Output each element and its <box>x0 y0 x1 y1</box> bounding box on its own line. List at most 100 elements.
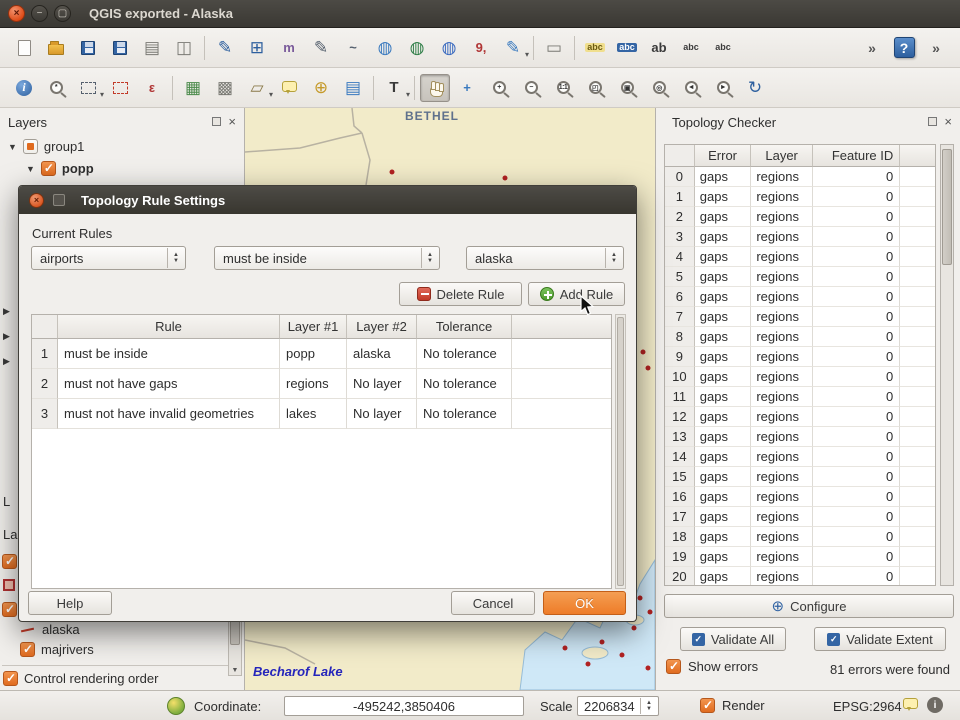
error-table-row[interactable]: 5gapsregions0 <box>665 267 935 287</box>
composer-manager-button[interactable]: ◫ <box>169 34 199 62</box>
rule-table-row[interactable]: 1must be insidepoppalaskaNo tolerance <box>32 339 611 369</box>
error-table-row[interactable]: 4gapsregions0 <box>665 247 935 267</box>
raster-calculator-button[interactable]: ▩ <box>210 74 240 102</box>
layer-item-popp[interactable]: ▼ popp <box>26 161 94 176</box>
error-table-scrollbar-thumb[interactable] <box>942 149 952 265</box>
refresh-button[interactable]: ↻ <box>740 74 770 102</box>
rules-table-scrollbar-thumb[interactable] <box>617 317 624 586</box>
render-checkbox[interactable] <box>700 698 715 713</box>
topology-panel-float-icon[interactable] <box>928 117 937 126</box>
zoom-layer-button[interactable]: ◎ <box>644 74 674 102</box>
error-table-row[interactable]: 11gapsregions0 <box>665 387 935 407</box>
map-tips-button[interactable] <box>274 74 304 102</box>
error-table-row[interactable]: 8gapsregions0 <box>665 327 935 347</box>
scroll-down-icon[interactable]: ▼ <box>229 667 241 674</box>
rules-table-col-layer2[interactable]: Layer #2 <box>347 315 417 339</box>
zoom-last-button[interactable]: ◄ <box>676 74 706 102</box>
render-toggle-row[interactable]: Render <box>700 698 765 713</box>
crs-status-text[interactable]: EPSG:2964 <box>833 699 902 714</box>
window-close-icon[interactable]: × <box>8 5 25 22</box>
vector-pen-button[interactable]: ✎ <box>306 34 336 62</box>
zoom-out-button[interactable]: − <box>516 74 546 102</box>
web-globe-button[interactable]: ◍ <box>402 34 432 62</box>
advanced-digitize-button[interactable]: m <box>274 34 304 62</box>
error-table-row[interactable]: 1gapsregions0 <box>665 187 935 207</box>
error-table-col-layer[interactable]: Layer <box>751 145 813 167</box>
rules-table-col-tolerance[interactable]: Tolerance <box>417 315 512 339</box>
show-errors-checkbox[interactable] <box>666 659 681 674</box>
error-table-row[interactable]: 2gapsregions0 <box>665 207 935 227</box>
move-feature-button[interactable]: ⊞ <box>242 34 272 62</box>
rule-table-row[interactable]: 3must not have invalid geometrieslakesNo… <box>32 399 611 429</box>
error-table-row[interactable]: 0gapsregions0 <box>665 167 935 187</box>
pan-map-button[interactable] <box>420 74 450 102</box>
error-table-row[interactable]: 15gapsregions0 <box>665 467 935 487</box>
deselect-button[interactable] <box>105 74 135 102</box>
info-icon[interactable]: i <box>927 697 943 713</box>
error-table-row[interactable]: 13gapsregions0 <box>665 427 935 447</box>
window-minimize-icon[interactable]: − <box>31 5 48 22</box>
label-pin-button[interactable]: ab <box>644 34 674 62</box>
error-table-col-featureid[interactable]: Feature ID <box>813 145 900 167</box>
label-move-button[interactable]: abc <box>676 34 706 62</box>
error-table-row[interactable]: 16gapsregions0 <box>665 487 935 507</box>
select-by-expression-button[interactable]: * <box>41 74 71 102</box>
error-table-row[interactable]: 10gapsregions0 <box>665 367 935 387</box>
zoom-next-button[interactable]: ► <box>708 74 738 102</box>
rule-combo[interactable]: must be inside ▲▼ <box>214 246 440 270</box>
error-table-row[interactable]: 12gapsregions0 <box>665 407 935 427</box>
layers-scrollbar[interactable]: ▼ <box>228 614 242 676</box>
field-calculator-button[interactable]: ε <box>137 74 167 102</box>
error-table-row[interactable]: 20gapsregions0 <box>665 567 935 586</box>
validate-extent-button[interactable]: Validate Extent <box>814 627 946 651</box>
error-table-row[interactable]: 9gapsregions0 <box>665 347 935 367</box>
error-table-row[interactable]: 17gapsregions0 <box>665 507 935 527</box>
control-rendering-checkbox[interactable] <box>3 671 18 686</box>
measure-button[interactable]: ▱▾ <box>242 74 272 102</box>
window-maximize-icon[interactable]: ▢ <box>54 5 71 22</box>
control-rendering-order-row[interactable]: Control rendering order <box>3 671 158 686</box>
error-table-row[interactable]: 18gapsregions0 <box>665 527 935 547</box>
show-bookmarks-button[interactable]: ▤ <box>338 74 368 102</box>
layer1-combo[interactable]: airports ▲▼ <box>31 246 186 270</box>
hidden-layer-checkbox[interactable] <box>2 602 17 617</box>
expander-collapsed-icon[interactable]: ▶ <box>3 356 10 367</box>
show-errors-row[interactable]: Show errors <box>666 659 758 674</box>
label-rotate-button[interactable]: abc <box>708 34 738 62</box>
annotation-pen-button[interactable]: ✎▾ <box>498 34 528 62</box>
digitize-pen-button[interactable]: ✎ <box>210 34 240 62</box>
expander-icon[interactable]: ▼ <box>8 142 17 152</box>
dialog-restore-icon[interactable] <box>53 194 65 206</box>
pan-to-selection-button[interactable]: + <box>452 74 482 102</box>
scale-combo[interactable]: 2206834 ▲▼ <box>577 696 659 716</box>
attribute-table-button[interactable]: ▦ <box>178 74 208 102</box>
ok-button[interactable]: OK <box>543 591 626 615</box>
save-project-button[interactable] <box>73 34 103 62</box>
majrivers-checkbox[interactable] <box>20 642 35 657</box>
expander-collapsed-icon[interactable]: ▶ <box>3 331 10 342</box>
labeling-button[interactable]: T▾ <box>379 74 409 102</box>
globe-plugin-button[interactable]: ◍ <box>434 34 464 62</box>
new-bookmark-button[interactable]: ⊕ <box>306 74 336 102</box>
label-selected-button[interactable]: abc <box>612 34 642 62</box>
group1-checkbox[interactable] <box>23 139 38 154</box>
select-features-button[interactable]: ▾ <box>73 74 103 102</box>
error-table-row[interactable]: 3gapsregions0 <box>665 227 935 247</box>
configure-button[interactable]: ⊕ Configure <box>664 594 954 618</box>
rules-table-col-layer1[interactable]: Layer #1 <box>280 315 347 339</box>
identify-button[interactable]: i <box>9 74 39 102</box>
error-table-row[interactable]: 14gapsregions0 <box>665 447 935 467</box>
validate-all-button[interactable]: Validate All <box>680 627 786 651</box>
label-highlight-button[interactable]: abc <box>580 34 610 62</box>
layers-panel-float-icon[interactable] <box>212 117 221 126</box>
zoom-in-button[interactable]: + <box>484 74 514 102</box>
new-map-view-button[interactable]: ▭ <box>539 34 569 62</box>
georeferencer-button[interactable]: 9, <box>466 34 496 62</box>
dialog-close-icon[interactable]: × <box>29 193 44 208</box>
print-composer-button[interactable]: ▤ <box>137 34 167 62</box>
error-table-row[interactable]: 7gapsregions0 <box>665 307 935 327</box>
coordinate-input[interactable]: -495242,3850406 <box>284 696 524 716</box>
rules-table-col-rule[interactable]: Rule <box>58 315 280 339</box>
layer-item-alaska[interactable]: alaska <box>20 622 80 637</box>
save-project-as-button[interactable] <box>105 34 135 62</box>
